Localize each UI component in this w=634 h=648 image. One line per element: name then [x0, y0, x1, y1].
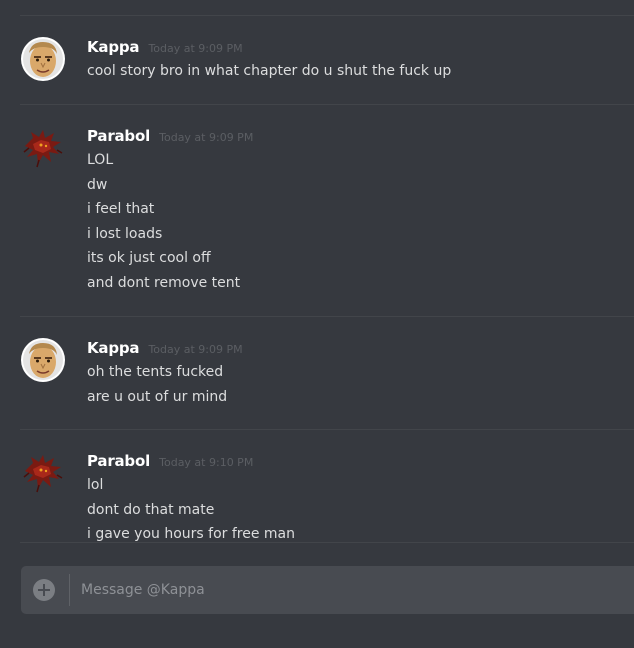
plus-circle-icon[interactable]: [33, 579, 55, 601]
message-input[interactable]: [81, 566, 621, 614]
kappa-face-icon: [21, 37, 65, 81]
username[interactable]: Parabol: [87, 452, 150, 470]
message-line: cool story bro in what chapter do u shut…: [87, 63, 452, 79]
message-line: LOL: [87, 152, 114, 168]
message-line: i lost loads: [87, 225, 163, 242]
username[interactable]: Kappa: [87, 38, 140, 56]
timestamp: Today at 9:09 PM: [148, 343, 243, 356]
kappa-face-icon: [21, 338, 65, 382]
message-list: Kappa Today at 9:09 PM cool story bro in…: [0, 0, 634, 548]
parabol-avatar[interactable]: [21, 126, 65, 170]
message-divider: [20, 15, 634, 16]
message-line: lol: [87, 477, 104, 493]
message-line: and dont remove tent: [87, 274, 241, 291]
kappa-avatar[interactable]: [21, 37, 65, 81]
message-divider: [20, 316, 634, 317]
kappa-avatar[interactable]: [21, 338, 65, 382]
message-divider: [20, 429, 634, 430]
composer-divider: [69, 574, 70, 606]
username[interactable]: Kappa: [87, 339, 140, 357]
message-divider: [20, 542, 634, 543]
timestamp: Today at 9:09 PM: [148, 42, 243, 55]
message-line: dont do that mate: [87, 501, 215, 518]
message-composer: [21, 566, 634, 614]
username[interactable]: Parabol: [87, 127, 150, 145]
message-line: oh the tents fucked: [87, 364, 224, 380]
timestamp: Today at 9:10 PM: [159, 456, 254, 469]
parabol-avatar[interactable]: [21, 451, 65, 495]
message-line: i feel that: [87, 201, 155, 218]
message-line: its ok just cool off: [87, 250, 211, 267]
red-dragon-icon: [23, 130, 63, 168]
message-line: i gave you hours for free man: [87, 526, 295, 543]
message-line: dw: [87, 176, 108, 193]
message-line: are u out of ur mind: [87, 388, 228, 405]
message-divider: [20, 104, 634, 105]
red-dragon-icon: [23, 455, 63, 493]
timestamp: Today at 9:09 PM: [159, 131, 254, 144]
